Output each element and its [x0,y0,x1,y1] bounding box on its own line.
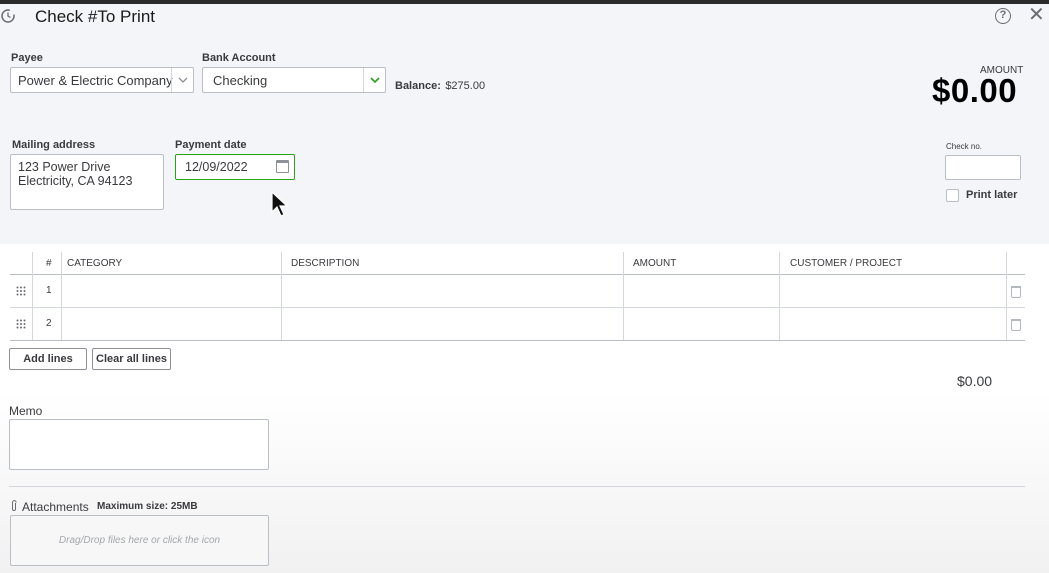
col-header-category: CATEGORY [67,258,123,269]
trash-icon[interactable] [1011,286,1021,298]
print-later-label: Print later [966,189,1018,201]
row-number: 1 [46,285,52,296]
bank-account-label: Bank Account [202,52,276,64]
chevron-down-icon[interactable] [363,68,385,92]
payee-label: Payee [11,52,43,64]
table-row[interactable]: 2 [10,308,1025,341]
history-icon[interactable] [0,8,16,24]
add-lines-button[interactable]: Add lines [9,348,87,370]
drag-handle-icon[interactable] [16,319,26,329]
col-header-amount: AMOUNT [633,258,677,269]
mouse-cursor-icon [271,190,289,217]
chevron-down-icon[interactable] [171,68,193,92]
balance: Balance: $275.00 [395,76,485,94]
check-no-input[interactable] [945,155,1021,180]
row-number: 2 [46,318,52,329]
balance-value: $275.00 [445,80,486,92]
payment-date-input[interactable]: 12/09/2022 [175,154,295,180]
memo-label: Memo [9,404,43,418]
col-header-description: DESCRIPTION [291,258,360,269]
attachments-max-size: Maximum size: 25MB [97,501,198,512]
bank-account-value: Checking [213,73,268,88]
payment-date-value: 12/09/2022 [185,160,248,174]
dropzone-text: Drag/Drop files here or click the icon [58,535,221,546]
address-line-2: Electricity, CA 94123 [18,174,133,188]
section-divider [9,486,1025,487]
paperclip-icon [12,500,17,511]
question-circle-icon[interactable]: ? [995,8,1011,24]
mailing-address-label: Mailing address [12,139,96,151]
attachments-label: Attachments [22,500,89,514]
col-header-customer: CUSTOMER / PROJECT [790,258,903,269]
balance-label: Balance: [395,80,441,92]
table-header: # CATEGORY DESCRIPTION AMOUNT CUSTOMER /… [10,252,1025,275]
drag-handle-icon[interactable] [16,286,26,296]
attachments-dropzone[interactable]: Drag/Drop files here or click the icon [10,515,269,566]
mailing-address-field[interactable]: 123 Power Drive Electricity, CA 94123 [10,154,164,210]
page-title: Check #To Print [35,7,155,26]
trash-icon[interactable] [1011,319,1021,331]
payment-date-label: Payment date [175,139,247,151]
calendar-icon[interactable] [276,160,289,173]
table-row[interactable]: 1 [10,275,1025,308]
close-icon[interactable]: ✕ [1028,5,1045,25]
clear-all-lines-button[interactable]: Clear all lines [92,348,171,370]
lines-total: $0.00 [957,373,993,389]
payee-value: Power & Electric Company [18,73,173,88]
memo-input[interactable] [9,419,269,470]
amount-total: $0.00 [932,72,1018,109]
col-header-num: # [46,258,52,269]
bank-account-select[interactable]: Checking [202,67,386,93]
payee-select[interactable]: Power & Electric Company [10,67,194,93]
print-later-checkbox[interactable] [946,189,959,202]
address-line-1: 123 Power Drive [18,160,111,174]
check-no-label: Check no. [946,142,983,151]
